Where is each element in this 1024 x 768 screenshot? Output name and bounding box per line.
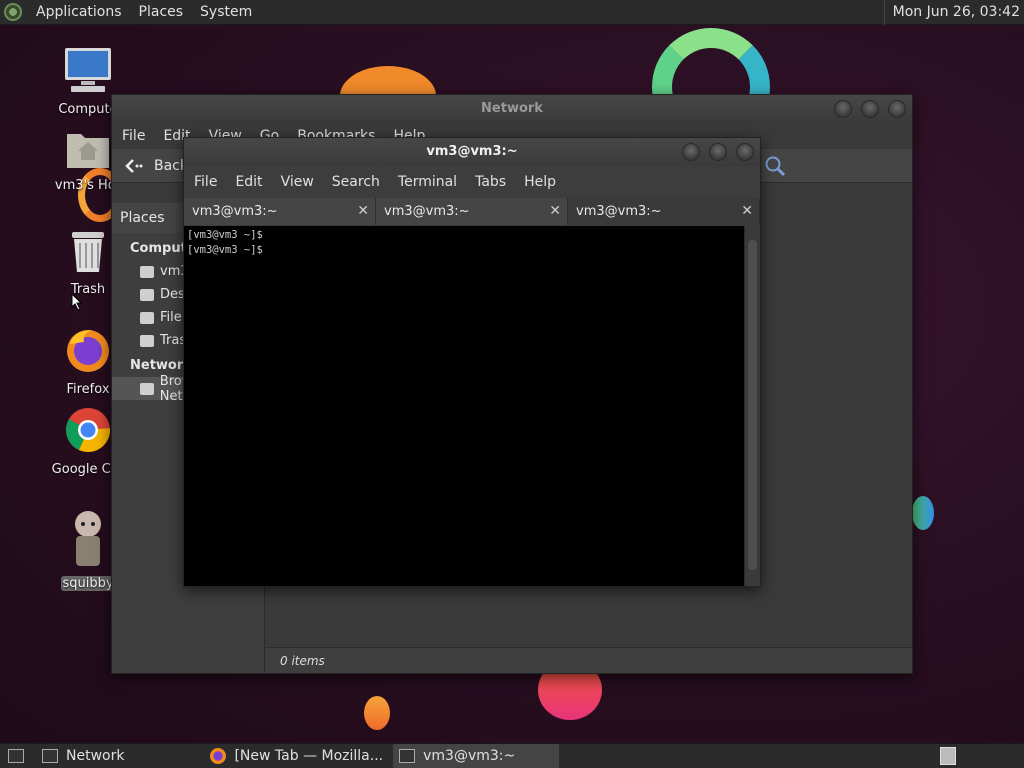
fm-menu-file[interactable]: File — [122, 128, 145, 144]
desktop-folder-icon — [140, 288, 154, 301]
mouse-cursor-icon — [71, 293, 83, 311]
taskbar-item-network[interactable]: Network — [36, 744, 130, 768]
wallpaper-small-orange-blob — [364, 696, 390, 730]
terminal-icon — [399, 749, 416, 763]
maximize-button[interactable] — [709, 143, 727, 161]
wallpaper-teal-blob — [912, 496, 934, 530]
terminal-tab-2[interactable]: vm3@vm3:~ ✕ — [376, 198, 568, 225]
maximize-button[interactable] — [861, 100, 879, 118]
terminal-titlebar[interactable]: vm3@vm3:~ — [184, 138, 760, 166]
terminal-scrollbar[interactable] — [744, 226, 760, 586]
network-window-title: Network — [481, 101, 543, 116]
applications-menu[interactable]: Applications — [36, 4, 122, 20]
drive-icon — [140, 311, 154, 324]
window-controls — [834, 100, 906, 118]
minimize-button[interactable] — [682, 143, 700, 161]
terminal-output[interactable]: [vm3@vm3 ~]$ [vm3@vm3 ~]$ — [184, 226, 746, 586]
home-folder-icon — [67, 134, 109, 168]
minimize-button[interactable] — [834, 100, 852, 118]
terminal-tab-3[interactable]: vm3@vm3:~ ✕ — [568, 198, 760, 225]
chrome-icon — [66, 408, 111, 452]
desktop-icon-label: squibby — [61, 576, 115, 591]
top-panel: Applications Places System Mon Jun 26, 0… — [0, 0, 1024, 25]
terminal-title: vm3@vm3:~ — [426, 144, 518, 159]
system-menu[interactable]: System — [200, 4, 252, 20]
workspace-switcher-icon[interactable] — [940, 747, 956, 765]
fm-statusbar: 0 items — [266, 647, 912, 673]
show-desktop-button[interactable] — [0, 744, 32, 768]
term-menu-tabs[interactable]: Tabs — [475, 174, 506, 190]
bottom-panel: Network [New Tab — Mozilla... vm3@vm3:~ — [0, 743, 1024, 768]
scrollbar-thumb[interactable] — [748, 240, 757, 570]
squibby-image-icon — [75, 511, 101, 566]
network-window-titlebar[interactable]: Network — [112, 95, 912, 123]
terminal-tab-1[interactable]: vm3@vm3:~ ✕ — [184, 198, 376, 225]
close-tab-icon[interactable]: ✕ — [741, 198, 753, 225]
places-label: Places — [120, 210, 165, 226]
close-tab-icon[interactable]: ✕ — [357, 198, 369, 225]
home-folder-icon — [140, 265, 154, 278]
taskbar-item-label: vm3@vm3:~ — [423, 748, 516, 764]
terminal-line: [vm3@vm3 ~]$ — [187, 244, 263, 256]
close-tab-icon[interactable]: ✕ — [549, 198, 561, 225]
tab-label: vm3@vm3:~ — [384, 204, 470, 219]
back-arrow-icon — [125, 158, 143, 173]
top-menu: Applications Places System — [36, 4, 269, 20]
terminal-line: [vm3@vm3 ~]$ — [187, 229, 263, 241]
clock[interactable]: Mon Jun 26, 03:42 — [883, 0, 1024, 25]
terminal-menubar: File Edit View Search Terminal Tabs Help — [184, 166, 760, 198]
taskbar-item-terminal[interactable]: vm3@vm3:~ — [393, 744, 560, 768]
firefox-icon — [67, 330, 109, 372]
term-menu-view[interactable]: View — [281, 174, 314, 190]
tab-label: vm3@vm3:~ — [192, 204, 278, 219]
term-menu-terminal[interactable]: Terminal — [398, 174, 457, 190]
terminal-window: vm3@vm3:~ File Edit View Search Terminal… — [183, 137, 761, 587]
computer-icon — [65, 48, 111, 92]
tab-label: vm3@vm3:~ — [576, 204, 662, 219]
terminal-tab-bar: vm3@vm3:~ ✕ vm3@vm3:~ ✕ vm3@vm3:~ ✕ — [184, 198, 760, 225]
firefox-icon — [210, 748, 227, 764]
term-menu-edit[interactable]: Edit — [235, 174, 262, 190]
term-menu-search[interactable]: Search — [332, 174, 380, 190]
taskbar-item-label: [New Tab — Mozilla... — [234, 748, 384, 764]
taskbar-item-label: Network — [66, 748, 125, 764]
trash-icon — [140, 334, 154, 347]
taskbar-item-firefox[interactable]: [New Tab — Mozilla... — [204, 744, 389, 768]
term-menu-help[interactable]: Help — [524, 174, 556, 190]
back-button[interactable]: Back — [112, 158, 188, 174]
places-menu[interactable]: Places — [139, 4, 184, 20]
network-icon — [140, 382, 154, 395]
close-button[interactable] — [888, 100, 906, 118]
network-icon — [42, 749, 58, 763]
term-menu-file[interactable]: File — [194, 174, 217, 190]
search-icon[interactable] — [764, 155, 786, 177]
window-controls — [682, 143, 754, 161]
trash-icon — [72, 232, 104, 272]
show-desktop-icon — [8, 749, 24, 763]
close-button[interactable] — [736, 143, 754, 161]
distro-logo-icon[interactable] — [4, 3, 22, 21]
